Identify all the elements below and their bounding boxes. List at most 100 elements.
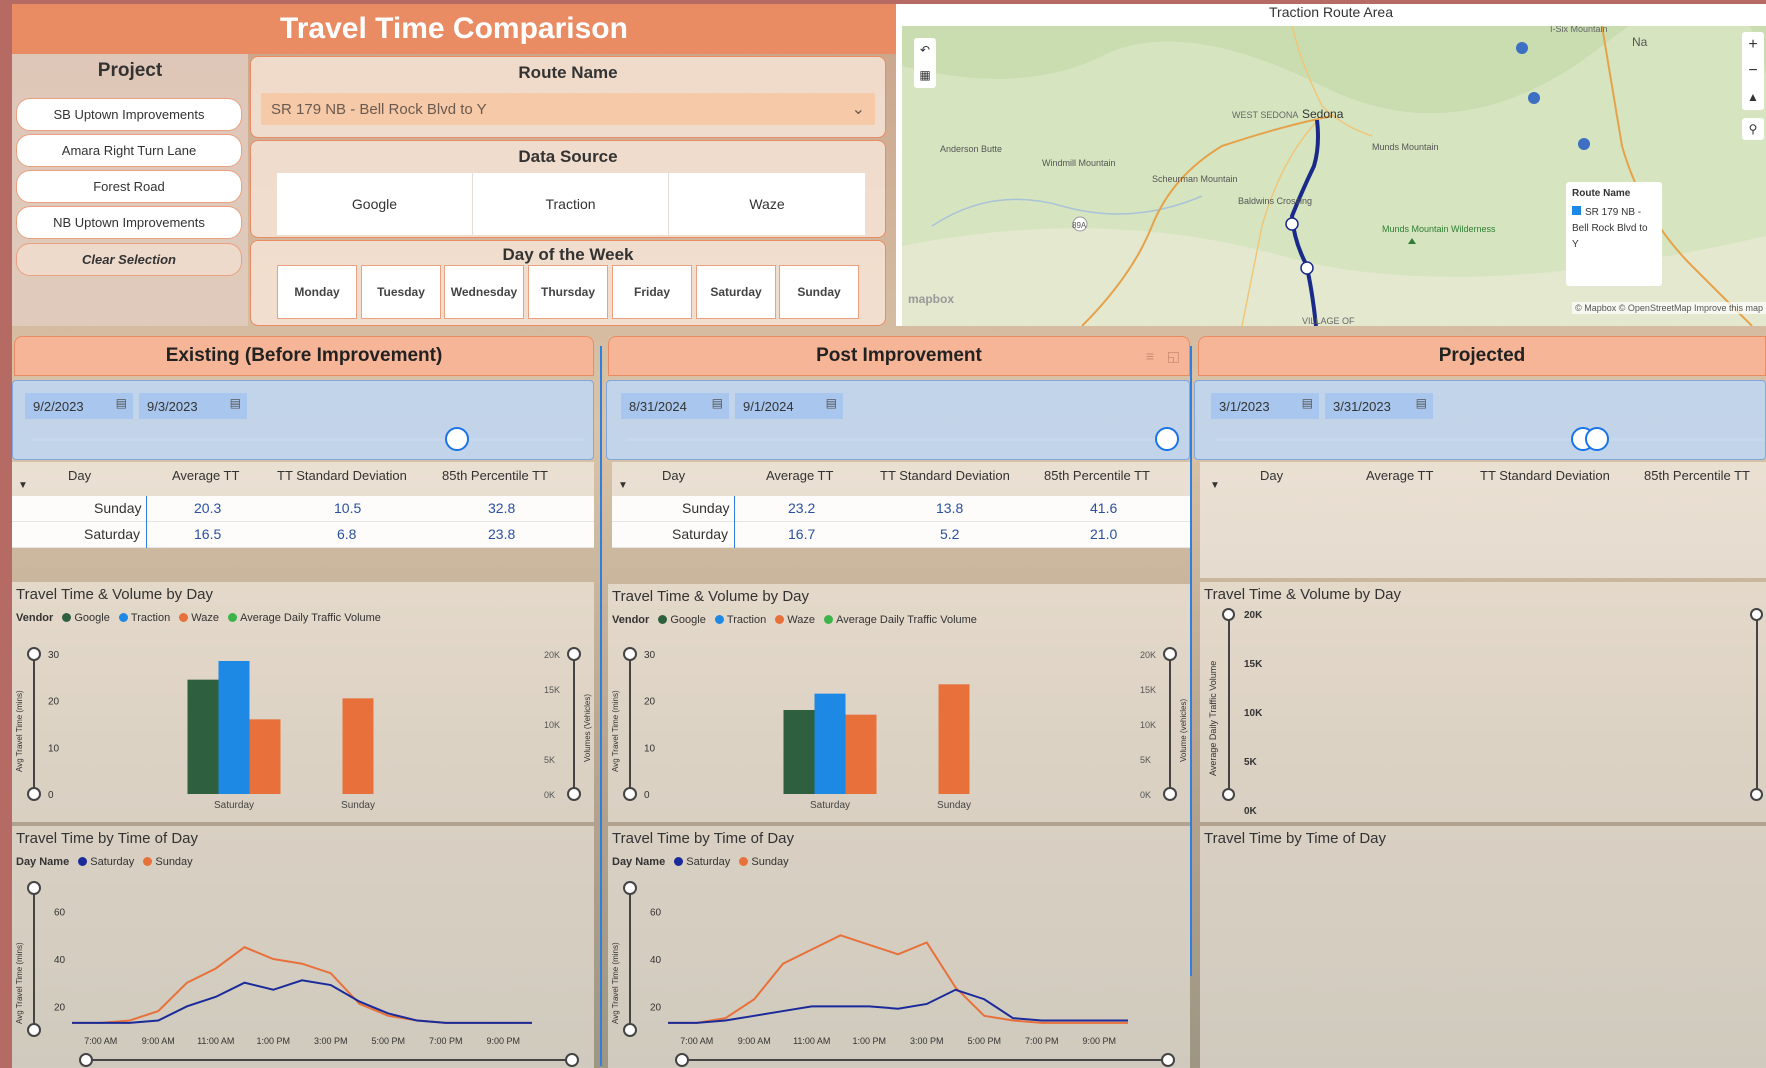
data-source-traction[interactable]: Traction [473, 173, 669, 235]
projected-y-slider-top[interactable] [1222, 608, 1235, 621]
y2-tick-label: 10K [544, 720, 560, 730]
map-select-icon[interactable]: ▦ [914, 63, 936, 88]
calendar-icon: ▤ [115, 396, 127, 410]
legend-sunday: Sunday [155, 856, 193, 868]
y2-slider-top-knob [567, 647, 581, 661]
y-axis-label: Avg Travel Time (mins) [611, 942, 620, 1024]
day-button-wednesday[interactable]: Wednesday [444, 265, 524, 319]
route-name-value: SR 179 NB - Bell Rock Blvd to Y [271, 100, 487, 118]
projected-y2-slider-top[interactable] [1750, 608, 1763, 621]
day-button-saturday[interactable]: Saturday [696, 265, 776, 319]
data-source-waze[interactable]: Waze [669, 173, 865, 235]
y-tick-label: 40 [650, 955, 662, 966]
project-filter-panel: Project SB Uptown Improvements Amara Rig… [12, 54, 248, 326]
projected-y2-slider[interactable] [1756, 614, 1758, 794]
clear-selection-button[interactable]: Clear Selection [16, 243, 242, 276]
traction-route-map: Traction Route Area Sedona WEST SEDONA A… [896, 4, 1766, 326]
existing-end-date[interactable]: 9/3/2023 ▤ [139, 393, 247, 419]
table-cell-day: Saturday [84, 526, 141, 542]
compass-icon[interactable]: ▲ [1742, 84, 1764, 110]
x-tick-label: 7:00 AM [84, 1036, 117, 1046]
post-bar-chart-panel: Travel Time & Volume by Day Vendor Googl… [608, 584, 1190, 822]
day-button-thursday[interactable]: Thursday [528, 265, 608, 319]
projected-date-slider-knob-end[interactable] [1585, 427, 1609, 451]
focus-mode-icon[interactable]: ◱ [1167, 348, 1180, 365]
y-tick: 10K [1244, 708, 1263, 719]
table-cell-avg: 20.3 [194, 500, 222, 516]
map-reset-icon[interactable]: ↶ [914, 38, 936, 63]
sort-down-icon[interactable]: ▼ [18, 480, 28, 491]
map-canvas[interactable]: Sedona WEST SEDONA Anderson Butte Windmi… [902, 26, 1766, 326]
table-row: Sunday 23.2 13.8 41.6 [612, 496, 1190, 522]
table-header-avg-text: Average TT [766, 468, 834, 483]
post-date-slider-track[interactable] [627, 438, 1177, 441]
y-slider-top-knob [623, 647, 637, 661]
route-name-dropdown[interactable]: SR 179 NB - Bell Rock Blvd to Y ⌄ [261, 93, 875, 125]
map-badge-89a: 89A [1072, 221, 1087, 230]
zoom-in-icon[interactable]: + [1742, 32, 1764, 58]
map-label-windmill: Windmill Mountain [1042, 158, 1116, 168]
post-panel-title: Post Improvement [608, 336, 1190, 376]
data-source-google[interactable]: Google [277, 173, 473, 235]
y-tick: 15K [1244, 659, 1263, 670]
map-search-icon[interactable]: ⚲ [1742, 118, 1764, 140]
legend-label: Vendor [16, 612, 54, 624]
map-attribution[interactable]: © Mapbox © OpenStreetMap Improve this ma… [1572, 302, 1766, 314]
legend-adt: Average Daily Traffic Volume [240, 612, 381, 624]
bar-google-saturday [783, 710, 815, 794]
y2-tick-label: 5K [1140, 755, 1151, 765]
post-end-date[interactable]: 9/1/2024 ▤ [735, 393, 843, 419]
y-slider-top-knob [27, 881, 41, 895]
x-tick-label: 3:00 PM [314, 1036, 348, 1046]
post-start-date[interactable]: 8/31/2024 ▤ [621, 393, 729, 419]
projected-y-axis-label: Average Daily Traffic Volume [1208, 660, 1218, 776]
panel-divider-1 [600, 346, 602, 1066]
map-label-na: Na [1632, 35, 1648, 49]
existing-panel-title: Existing (Before Improvement) [14, 336, 594, 376]
existing-bar-chart-title: Travel Time & Volume by Day [16, 586, 214, 603]
bar-chart-legend: Vendor Google Traction Waze Average Dail… [16, 612, 381, 624]
project-button-nb-uptown[interactable]: NB Uptown Improvements [16, 206, 242, 239]
projected-y-slider[interactable] [1228, 614, 1230, 794]
table-cell-avg: 16.5 [194, 526, 222, 542]
day-button-tuesday[interactable]: Tuesday [361, 265, 441, 319]
project-button-amara[interactable]: Amara Right Turn Lane [16, 134, 242, 167]
projected-y-slider-bottom[interactable] [1222, 788, 1235, 801]
legend-dot-adt [228, 613, 238, 622]
existing-date-slider-knob[interactable] [445, 427, 469, 451]
y-tick-label: 10 [48, 743, 60, 754]
line-chart-legend: Day Name Saturday Sunday [612, 856, 789, 868]
map-label-west-sedona: WEST SEDONA [1232, 110, 1298, 120]
existing-start-date[interactable]: 9/2/2023 ▤ [25, 393, 133, 419]
projected-end-date[interactable]: 3/31/2023 ▤ [1325, 393, 1433, 419]
map-legend-title: Route Name [1572, 188, 1631, 199]
project-button-sb-uptown[interactable]: SB Uptown Improvements [16, 98, 242, 131]
map-legend-entry: SR 179 NB - Bell Rock Blvd to Y [1572, 205, 1656, 253]
projected-y2-slider-bottom[interactable] [1750, 788, 1763, 801]
legend-saturday: Saturday [90, 856, 135, 868]
day-button-sunday[interactable]: Sunday [779, 265, 859, 319]
day-of-week-label: Day of the Week [502, 245, 634, 264]
legend-waze: Waze [191, 612, 220, 624]
projected-date-slider-track[interactable] [1215, 438, 1765, 441]
projected-bar-chart-title: Travel Time & Volume by Day [1204, 586, 1402, 603]
existing-date-slider-track[interactable] [33, 438, 583, 441]
post-date-slider-knob[interactable] [1155, 427, 1179, 451]
table-column-line [146, 496, 147, 548]
sort-down-icon[interactable]: ▼ [1210, 480, 1220, 491]
filter-icon[interactable]: ≡ [1146, 348, 1154, 364]
page-title: Travel Time Comparison [12, 4, 896, 54]
y2-tick-label: 15K [544, 685, 560, 695]
day-button-friday[interactable]: Friday [612, 265, 692, 319]
map-label-munds: Munds Mountain [1372, 142, 1439, 152]
project-button-forest-road[interactable]: Forest Road [16, 170, 242, 203]
zoom-out-icon[interactable]: − [1742, 58, 1764, 84]
projected-start-date[interactable]: 3/1/2023 ▤ [1211, 393, 1319, 419]
line-chart-legend: Day Name Saturday Sunday [16, 856, 193, 868]
projected-line-chart-title: Travel Time by Time of Day [1204, 830, 1386, 847]
sort-down-icon[interactable]: ▼ [618, 480, 628, 491]
y-slider-bottom-knob [623, 1023, 637, 1037]
x-tick-label: 11:00 AM [197, 1036, 234, 1046]
post-line-chart-panel: Travel Time by Time of Day Day Name Satu… [608, 826, 1190, 1068]
day-button-monday[interactable]: Monday [277, 265, 357, 319]
